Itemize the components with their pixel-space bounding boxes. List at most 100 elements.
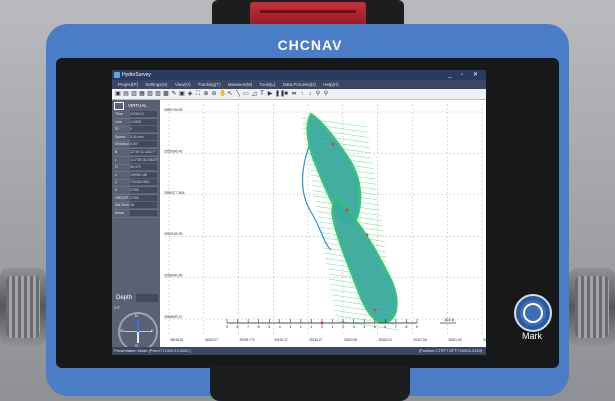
menu-tools[interactable]: Tools(L) [259, 82, 275, 87]
table-icon[interactable]: ▨ [155, 91, 161, 97]
info-value: 19998.148 [130, 171, 157, 178]
menu-help[interactable]: Help(H) [323, 82, 339, 87]
scale-number: 6 [258, 325, 260, 329]
depth-label: Depth [116, 295, 133, 301]
location-icon[interactable]: ⚲ [315, 91, 321, 97]
chart-icon[interactable]: ▩ [163, 91, 169, 97]
save-icon[interactable]: ▥ [131, 91, 137, 97]
info-key: ID [115, 127, 119, 132]
mark-button[interactable] [514, 294, 552, 332]
waypoint-marker [345, 208, 349, 212]
info-value: 0.000 [130, 194, 157, 201]
scale-number: 0 [321, 325, 323, 329]
layer-icon[interactable]: ▧ [147, 91, 153, 97]
compass-needle [137, 319, 139, 332]
menu-tracking[interactable]: Tracking(T) [198, 82, 221, 87]
scale-number: 7 [247, 325, 249, 329]
edit-icon[interactable]: ✎ [171, 91, 177, 97]
stop-icon[interactable]: ■ [283, 91, 289, 97]
info-key: H [115, 165, 118, 170]
info-value: 703453.984 [130, 179, 157, 186]
info-key: Line [115, 119, 122, 124]
status-bar: Presentation Mode [Prev:CT1000:1C3000 ] … [112, 347, 486, 355]
window-title: HydroSurvey [122, 72, 151, 78]
compass-icon: N S E W [118, 312, 158, 352]
info-value: 0 [130, 126, 157, 133]
scale-number: 4 [363, 325, 365, 329]
info-key: Sat Num [115, 203, 129, 208]
depth-readout: Depth [114, 291, 158, 305]
arrow-down-icon[interactable]: ↓ [307, 91, 313, 97]
info-key: L [115, 157, 117, 162]
info-key: y [115, 180, 117, 185]
scale-number: 8 [237, 325, 239, 329]
window-titlebar: HydroSurvey _ ▫ ✕ [112, 70, 486, 80]
pin-icon[interactable]: ◈ [187, 91, 193, 97]
pointer-icon[interactable]: ↖ [227, 91, 233, 97]
compass-n: N [135, 313, 138, 318]
marker-icon[interactable]: ⚲ [323, 91, 329, 97]
right-knob [569, 268, 615, 346]
bottom-bar [210, 366, 410, 401]
info-key: Speed [115, 134, 126, 139]
measure-icon[interactable]: ◿ [251, 91, 257, 97]
pause-icon[interactable]: ❚❚ [275, 91, 285, 97]
info-value: 22°39'11.44377" [130, 149, 157, 155]
menu-measure[interactable]: Measure(M) [228, 82, 252, 87]
text-icon[interactable]: T [259, 91, 265, 97]
status-left: Presentation Mode [Prev:CT1000:1C3000 ] [114, 348, 191, 353]
waypoint-marker [373, 308, 377, 312]
info-panel: VIRTUAL Time 13:56:21 Line 1.0000 ID 0 Speed 0.… [112, 100, 160, 352]
zoom-fit-icon[interactable]: ⛶ [195, 91, 201, 97]
menu-project[interactable]: Project(P) [118, 82, 138, 87]
line-icon[interactable]: ╲ [235, 91, 241, 97]
info-key: h [115, 188, 117, 192]
scale-number: 7 [395, 325, 397, 329]
y-tick-label: 2558940.80 [164, 274, 183, 278]
window-controls[interactable]: _ ▫ ✕ [448, 70, 482, 80]
scale-center-marker [320, 321, 324, 325]
info-key: Direction [115, 142, 130, 147]
scale-number: 1 [310, 325, 312, 329]
menu-view[interactable]: View(V) [175, 82, 191, 87]
info-key: Time [115, 112, 123, 116]
info-value: 0.000 [130, 187, 157, 193]
compass-value: 0.0° [114, 306, 121, 310]
grid-icon[interactable]: ▦ [139, 91, 145, 97]
map-canvas[interactable]: 2559794.69 2559596.40 2559377.806 2559159.9… [161, 100, 486, 347]
zoom-in-icon[interactable]: ⊕ [203, 91, 209, 97]
x-tick-label: 39060.07 [205, 338, 219, 342]
scale-number: 2 [342, 325, 344, 329]
x-tick-label: 39096.779 [240, 338, 255, 342]
rect-icon[interactable]: ▭ [243, 91, 249, 97]
print-icon[interactable]: ▣ [115, 91, 121, 97]
info-value: 113°35'18.34623" [130, 156, 159, 163]
info-value: 26.470 [130, 164, 157, 171]
image-icon[interactable]: ▣ [179, 91, 185, 97]
arrow-up-icon[interactable]: ↑ [299, 91, 305, 97]
x-tick-label: 39427.68 [413, 338, 427, 342]
toolbar: ▣ ▤ ▥ ▦ ▧ ▨ ▩ ✎ ▣ ◈ ⛶ ⊕ ⊖ ✋ ↖ ╲ ▭ ◿ T ▶ … [112, 89, 486, 100]
info-value [130, 209, 157, 216]
y-tick-label: 2559794.69 [164, 108, 183, 112]
app-screen: HydroSurvey _ ▫ ✕ Project(P) Settings(S)… [112, 70, 486, 355]
info-key: HRDOP [115, 195, 128, 200]
scale-number: 9 [226, 325, 228, 329]
zoom-out-icon[interactable]: ⊖ [211, 91, 217, 97]
play-icon[interactable]: ▶ [267, 91, 273, 97]
scale-number: 4 [279, 325, 281, 329]
y-tick-label: 2559377.806 [164, 191, 184, 195]
scale-number: 2 [300, 325, 302, 329]
scale-number: 5 [268, 325, 270, 329]
menu-settings[interactable]: Settings(S) [145, 82, 167, 87]
monitor-icon [114, 101, 124, 110]
x-tick-label: 39363.23 [379, 338, 393, 342]
pan-icon[interactable]: ✋ [219, 91, 226, 97]
menu-data-process[interactable]: Data Process(D) [283, 82, 316, 87]
info-value: 0.00 m/s [130, 133, 157, 140]
open-icon[interactable]: ▤ [123, 91, 129, 97]
scale-number: 5 [374, 325, 376, 329]
split-icon[interactable]: ⇹ [291, 91, 297, 97]
map-view[interactable]: 2559794.69 2559596.40 2559377.806 2559159.9… [161, 100, 486, 347]
scale-number: 3 [353, 325, 355, 329]
